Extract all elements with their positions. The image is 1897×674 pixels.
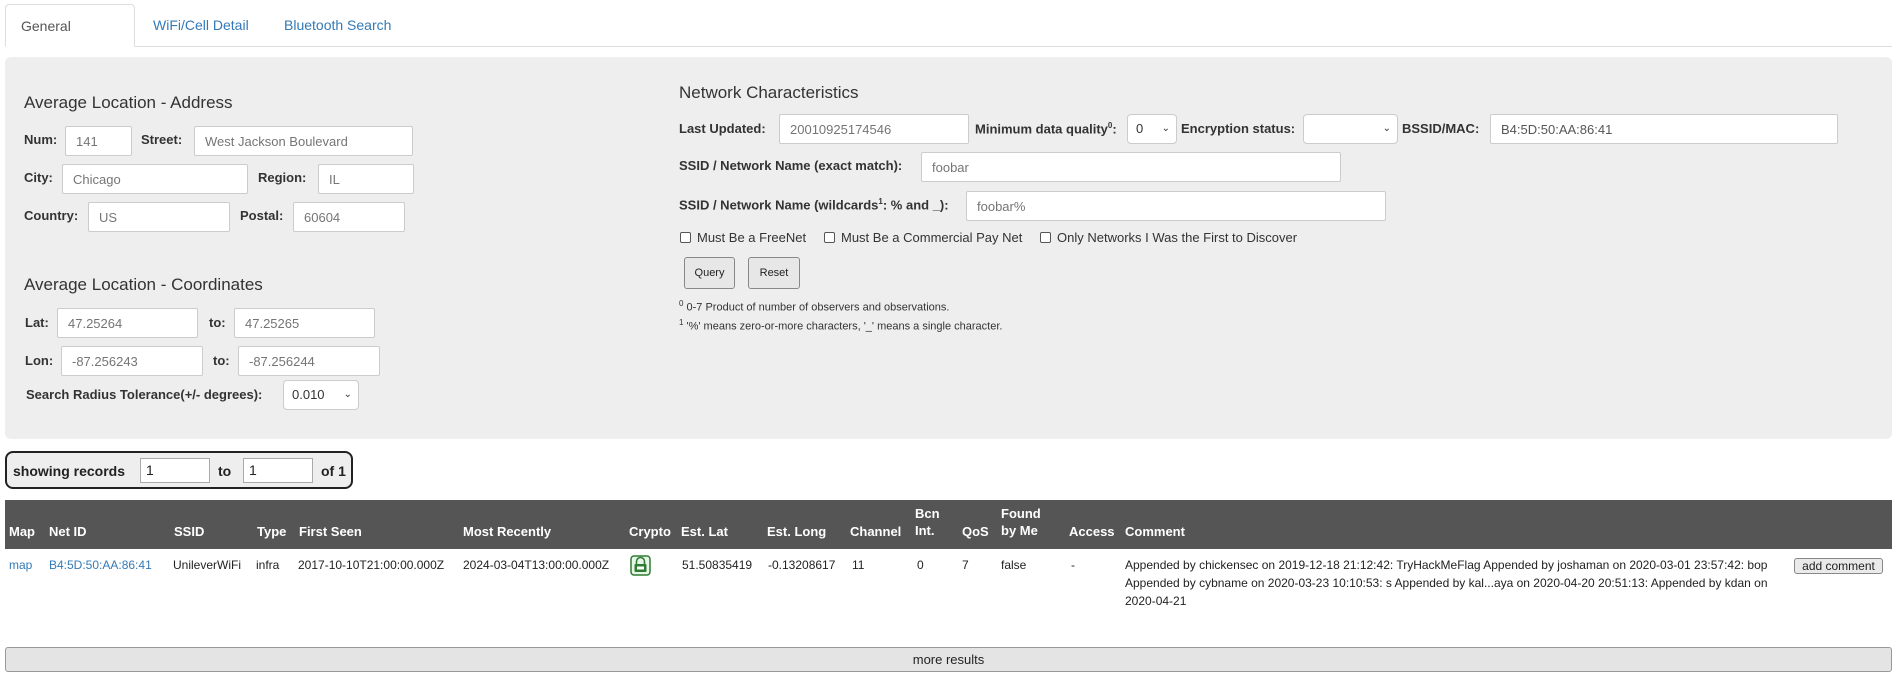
add-comment-button[interactable]: add comment — [1794, 558, 1883, 574]
encryption-select[interactable]: ⌄ — [1303, 114, 1398, 144]
num-input[interactable] — [65, 126, 132, 156]
cell-ssid: UnileverWiFi — [173, 558, 242, 572]
min-quality-select[interactable]: 0 ⌄ — [1127, 114, 1177, 144]
more-results-button[interactable]: more results — [5, 647, 1892, 672]
records-to-input[interactable]: 1 — [243, 458, 313, 483]
col-crypto: Crypto — [629, 524, 671, 539]
first-discover-label: Only Networks I Was the First to Discove… — [1057, 230, 1298, 245]
cell-first-seen: 2017-10-10T21:00:00.000Z — [298, 558, 445, 572]
network-heading: Network Characteristics — [679, 83, 859, 102]
ssid-exact-label: SSID / Network Name (exact match): — [679, 158, 903, 173]
col-access: Access — [1069, 524, 1115, 539]
chevron-down-icon: ⌄ — [1161, 123, 1170, 134]
country-input[interactable] — [88, 202, 230, 232]
lat-from-input[interactable] — [57, 308, 198, 338]
cell-most-recently: 2024-03-04T13:00:00.000Z — [463, 558, 610, 572]
chevron-down-icon: ⌄ — [343, 389, 352, 400]
bssid-label: BSSID/MAC: — [1402, 121, 1480, 136]
lat-label: Lat: — [25, 315, 49, 330]
results-table-header: Map Net ID SSID Type First Seen Most Rec… — [5, 500, 1892, 549]
query-button[interactable]: Query — [684, 257, 735, 289]
records-from-input[interactable]: 1 — [140, 458, 210, 483]
netid-link[interactable]: B4:5D:50:AA:86:41 — [49, 558, 152, 572]
col-map: Map — [9, 524, 35, 539]
cell-comment: Appended by chickensec on 2019-12-18 21:… — [1125, 558, 1768, 608]
last-updated-input[interactable] — [779, 114, 969, 144]
wpa-lock-icon — [630, 555, 651, 579]
region-input[interactable] — [318, 164, 414, 194]
lat-to-label: to: — [209, 315, 226, 330]
last-updated-label: Last Updated: — [679, 121, 766, 136]
tab-bar: General Search WiFi/Cell Detail Bluetoot… — [5, 4, 1892, 76]
map-link[interactable]: map — [9, 558, 32, 572]
country-label: Country: — [24, 208, 79, 223]
address-heading: Average Location - Address — [24, 93, 233, 112]
postal-input[interactable] — [293, 202, 405, 232]
first-discover-checkbox[interactable] — [1040, 232, 1051, 243]
ssid-exact-input[interactable] — [921, 152, 1341, 182]
search-panel: Average Location - Address Num: Street: … — [5, 57, 1892, 439]
tab-wifi-cell-detail[interactable]: WiFi/Cell Detail — [138, 4, 264, 46]
lon-to-input[interactable] — [238, 346, 380, 376]
min-quality-value: 0 — [1136, 121, 1144, 136]
tab-general-search[interactable]: General Search — [5, 4, 135, 76]
note-quality: 0 0-7 Product of number of observers and… — [679, 299, 950, 314]
num-label: Num: — [24, 132, 58, 147]
col-bcn-int: Bcn Int. — [915, 506, 940, 538]
lat-to-input[interactable] — [234, 308, 375, 338]
col-type: Type — [257, 524, 287, 539]
lon-to-label: to: — [213, 353, 230, 368]
lon-label: Lon: — [25, 353, 54, 368]
records-total: of 1 — [321, 463, 346, 479]
col-channel: Channel — [850, 524, 902, 539]
col-comment: Comment — [1125, 524, 1185, 539]
cell-est-long: -0.13208617 — [768, 558, 836, 572]
showing-records-label: showing records — [13, 463, 126, 479]
paynet-label: Must Be a Commercial Pay Net — [841, 230, 1023, 245]
reset-button[interactable]: Reset — [748, 257, 800, 289]
col-found-by-me: Found by Me — [1001, 506, 1041, 538]
col-est-long: Est. Long — [767, 524, 827, 539]
col-ssid: SSID — [174, 524, 205, 539]
cell-access: - — [1071, 558, 1075, 572]
bssid-input[interactable] — [1490, 114, 1838, 144]
radius-label: Search Radius Tolerance(+/- degrees): — [26, 387, 263, 402]
cell-est-lat: 51.50835419 — [682, 558, 753, 572]
freenet-label: Must Be a FreeNet — [697, 230, 807, 245]
postal-label: Postal: — [240, 208, 284, 223]
cell-bcn-int: 0 — [917, 558, 924, 572]
ssid-wildcard-input[interactable] — [966, 191, 1386, 221]
coordinates-heading: Average Location - Coordinates — [24, 275, 263, 294]
chevron-down-icon: ⌄ — [1382, 123, 1391, 134]
lon-from-input[interactable] — [61, 346, 203, 376]
tab-bluetooth-search[interactable]: Bluetooth Search — [269, 4, 406, 46]
city-input[interactable] — [62, 164, 248, 194]
col-most-recently: Most Recently — [463, 524, 552, 539]
col-qos: QoS — [962, 524, 989, 539]
city-label: City: — [24, 170, 53, 185]
records-pager: showing records 1 to 1 of 1 — [5, 451, 353, 489]
street-input[interactable] — [194, 126, 413, 156]
radius-select[interactable]: 0.010 ⌄ — [283, 380, 359, 410]
cell-channel: 11 — [852, 558, 865, 572]
paynet-checkbox[interactable] — [824, 232, 835, 243]
records-to-label: to — [218, 463, 232, 479]
col-est-lat: Est. Lat — [681, 524, 728, 539]
freenet-checkbox[interactable] — [680, 232, 691, 243]
cell-found-by-me: false — [1001, 558, 1027, 572]
street-label: Street: — [141, 132, 183, 147]
ssid-wildcard-label: SSID / Network Name (wildcards1: % and _… — [679, 197, 949, 213]
col-netid: Net ID — [49, 524, 87, 539]
radius-value: 0.010 — [292, 387, 325, 402]
encryption-label: Encryption status: — [1181, 121, 1296, 136]
cell-qos: 7 — [962, 558, 969, 572]
cell-type: infra — [256, 558, 280, 572]
col-first-seen: First Seen — [299, 524, 362, 539]
min-quality-label: Minimum data quality0: — [975, 121, 1117, 137]
note-wildcards: 1 '%' means zero-or-more characters, '_'… — [679, 318, 1003, 333]
region-label: Region: — [258, 170, 307, 185]
